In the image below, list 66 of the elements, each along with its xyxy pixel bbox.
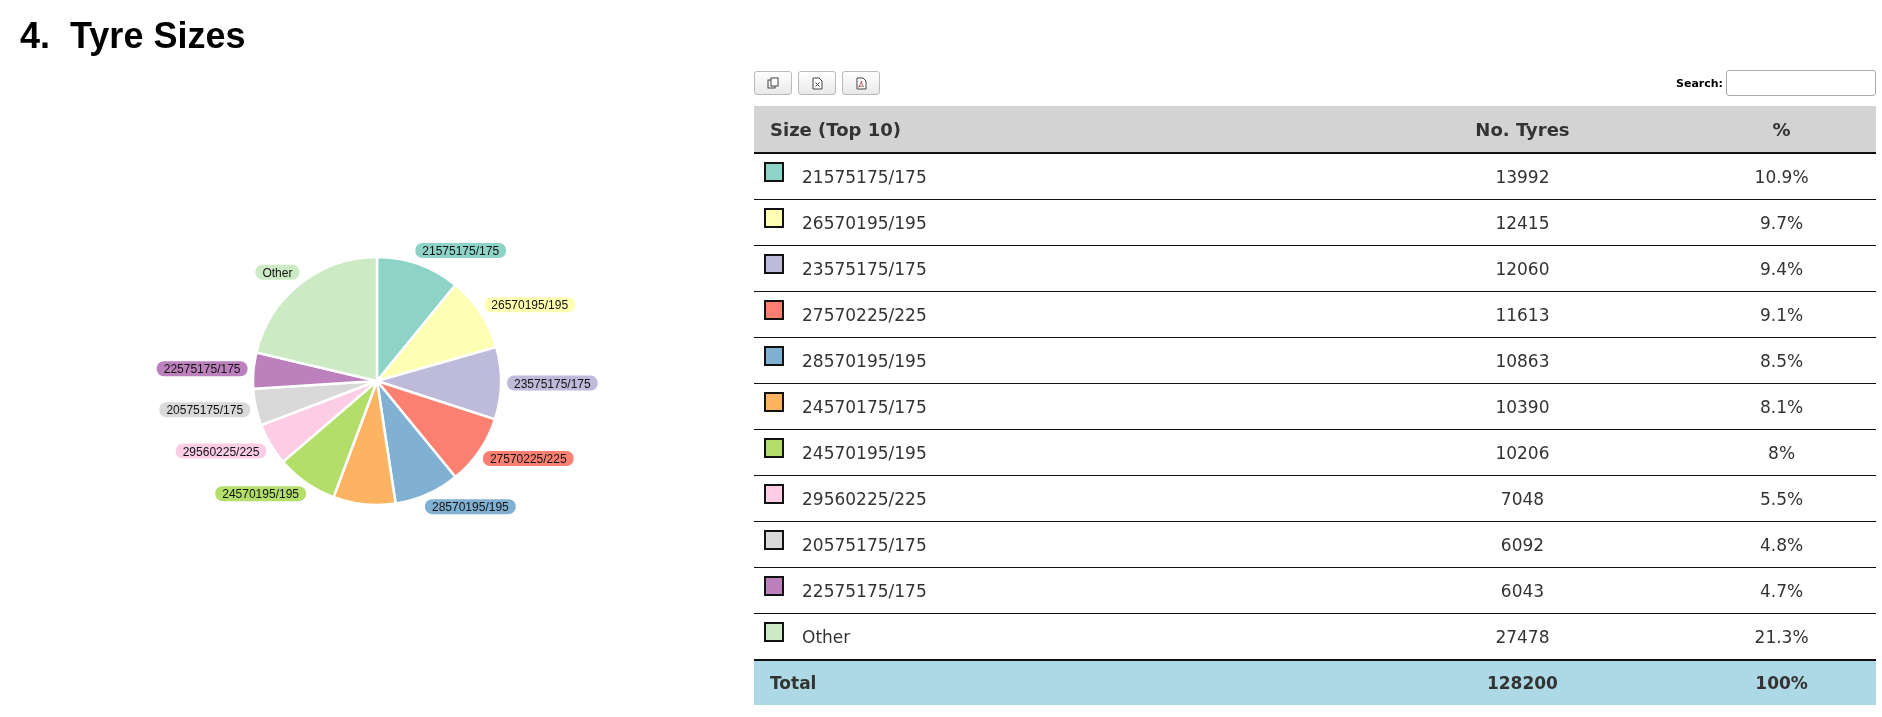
column-header[interactable]: No. Tyres bbox=[1357, 106, 1688, 153]
table-cell: 13992 bbox=[1357, 153, 1688, 200]
table-cell: 10390 bbox=[1357, 383, 1688, 430]
slice-label: 28570195/195 bbox=[432, 500, 510, 515]
table-cell: 6092 bbox=[1357, 521, 1688, 568]
table-cell: 8.1% bbox=[1687, 383, 1876, 430]
slice-label: 21575175/175 bbox=[415, 243, 507, 258]
total-cell: Total bbox=[754, 660, 1358, 705]
copy-icon bbox=[766, 76, 780, 90]
search-label: Search: bbox=[1676, 76, 1723, 90]
column-header[interactable]: % bbox=[1687, 106, 1876, 153]
table-cell: 10863 bbox=[1357, 337, 1688, 384]
search-field[interactable] bbox=[1726, 70, 1876, 96]
total-cell: 100% bbox=[1687, 660, 1876, 705]
table-cell: 6043 bbox=[1357, 567, 1688, 614]
slice-label: 26570195/195 bbox=[491, 298, 569, 313]
pdf-file-icon bbox=[854, 76, 868, 90]
slice-label: 27570225/225 bbox=[489, 451, 567, 466]
slice-label: 23575175/175 bbox=[513, 376, 592, 391]
slice-label: 23575175/175 bbox=[507, 375, 598, 391]
table-cell: 8.5% bbox=[1687, 337, 1876, 384]
page-heading: 4. Tyre Sizes bbox=[20, 14, 247, 58]
slice-label: Other bbox=[255, 264, 300, 280]
column-header[interactable]: Size (Top 10) bbox=[754, 106, 1358, 153]
table-cell: Other bbox=[802, 626, 851, 647]
table-cell: 24570195/195 bbox=[802, 442, 927, 463]
table-cell: 23575175/175 bbox=[802, 258, 927, 279]
slice-label: 22575175/175 bbox=[163, 362, 241, 377]
table-cell: 24570175/175 bbox=[802, 396, 927, 417]
slice-label: 22575175/175 bbox=[156, 361, 248, 377]
table-cell: 10206 bbox=[1357, 429, 1688, 476]
table-cell: 29560225/225 bbox=[802, 488, 927, 509]
table-cell: 26570195/195 bbox=[802, 212, 927, 233]
excel-button[interactable] bbox=[798, 71, 836, 95]
slice-label: 29560225/225 bbox=[175, 443, 267, 459]
table-cell: 4.8% bbox=[1687, 521, 1876, 568]
slice-label: 29560225/225 bbox=[182, 444, 260, 459]
slice-label: 24570195/195 bbox=[215, 486, 306, 502]
slice-label: 24570195/195 bbox=[222, 487, 300, 502]
slice-label: Other bbox=[262, 265, 293, 280]
table-cell: 12060 bbox=[1357, 245, 1688, 292]
slice-label: 20575175/175 bbox=[159, 402, 251, 418]
table-cell: 27570225/225 bbox=[802, 304, 927, 325]
total-cell: 128200 bbox=[1357, 660, 1688, 705]
table-cell: 22575175/175 bbox=[802, 580, 927, 601]
slice-label: 27570225/225 bbox=[482, 450, 574, 466]
table-cell: 7048 bbox=[1357, 475, 1688, 522]
table-cell: 28570195/195 bbox=[802, 350, 927, 371]
table-cell: 5.5% bbox=[1687, 475, 1876, 522]
table-cell: 9.4% bbox=[1687, 245, 1876, 292]
table-cell: 8% bbox=[1687, 429, 1876, 476]
slice-label: 28570195/195 bbox=[425, 499, 516, 515]
table-cell: 21575175/175 bbox=[802, 166, 927, 187]
table-cell: 12415 bbox=[1357, 199, 1688, 246]
table-cell: 10.9% bbox=[1687, 153, 1876, 200]
slice-label: 21575175/175 bbox=[422, 244, 500, 259]
slice-label: 26570195/195 bbox=[484, 297, 576, 313]
pdf-button[interactable] bbox=[842, 71, 880, 95]
spreadsheet-file-icon bbox=[810, 76, 824, 90]
table-cell: 9.7% bbox=[1687, 199, 1876, 246]
table-cell: 4.7% bbox=[1687, 567, 1876, 614]
table-cell: 11613 bbox=[1357, 291, 1688, 338]
copy-button[interactable] bbox=[754, 71, 792, 95]
table-cell: 9.1% bbox=[1687, 291, 1876, 338]
slice-label: 20575175/175 bbox=[166, 403, 244, 418]
table-cell: 20575175/175 bbox=[802, 534, 927, 555]
